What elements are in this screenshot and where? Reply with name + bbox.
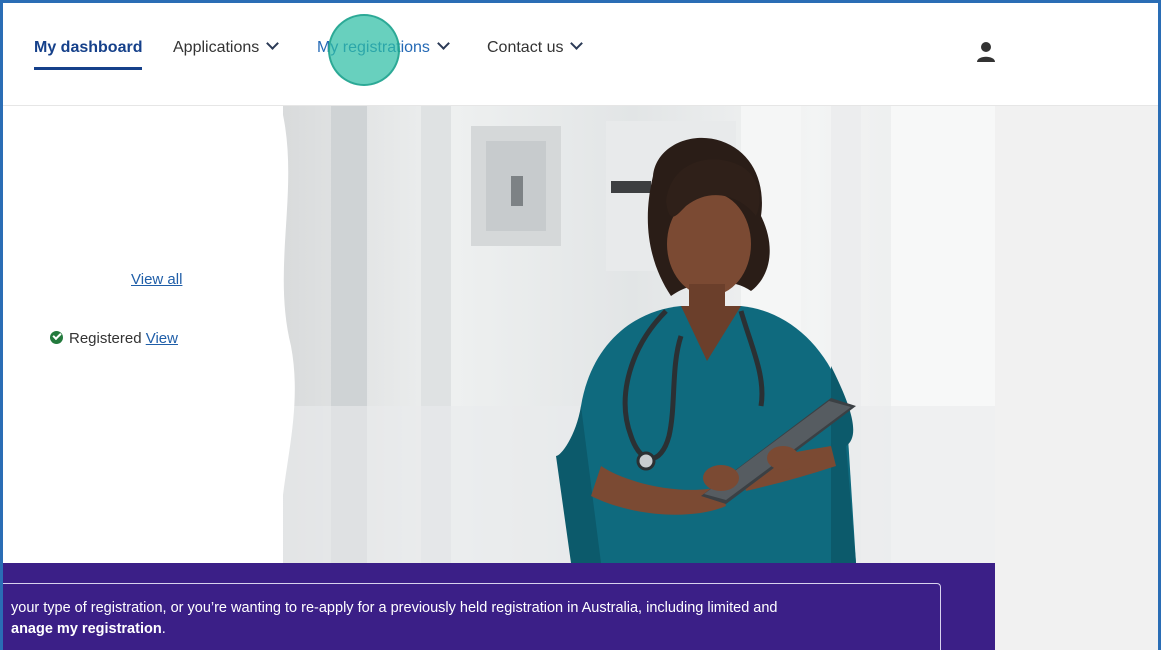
- nav-my-dashboard-label: My dashboard: [34, 39, 143, 56]
- user-icon[interactable]: [976, 41, 996, 63]
- left-panel: View all Registered View: [3, 106, 283, 563]
- registration-status: Registered View: [50, 330, 178, 347]
- nav-applications[interactable]: Applications: [173, 37, 280, 57]
- view-registration-link[interactable]: View: [146, 330, 178, 347]
- hero-image: [271, 106, 995, 563]
- check-circle-icon: [50, 331, 63, 344]
- nav-contact-us-label: Contact us: [487, 39, 564, 56]
- browser-viewport: My dashboard Applications My registratio…: [0, 0, 1161, 650]
- chevron-down-icon: [570, 37, 584, 50]
- view-all-link[interactable]: View all: [131, 271, 182, 288]
- nurse-with-tablet-photo: [271, 106, 995, 563]
- right-sidebar: [995, 106, 1158, 650]
- click-indicator: [328, 14, 400, 86]
- nav-applications-label: Applications: [173, 39, 260, 56]
- banner-text: your type of registration, or you’re wan…: [11, 598, 777, 640]
- info-banner: your type of registration, or you’re wan…: [3, 563, 995, 650]
- nav-contact-us[interactable]: Contact us: [487, 37, 584, 57]
- chevron-down-icon: [437, 37, 450, 50]
- top-navigation: My dashboard Applications My registratio…: [3, 3, 1158, 106]
- banner-line-1: your type of registration, or you’re wan…: [11, 600, 778, 616]
- nav-my-dashboard[interactable]: My dashboard: [34, 39, 143, 70]
- status-text: Registered: [69, 330, 142, 347]
- manage-registration-link[interactable]: anage my registration: [11, 621, 162, 637]
- active-underline: [34, 67, 143, 70]
- banner-line-2-end: .: [161, 621, 166, 637]
- chevron-down-icon: [266, 37, 280, 50]
